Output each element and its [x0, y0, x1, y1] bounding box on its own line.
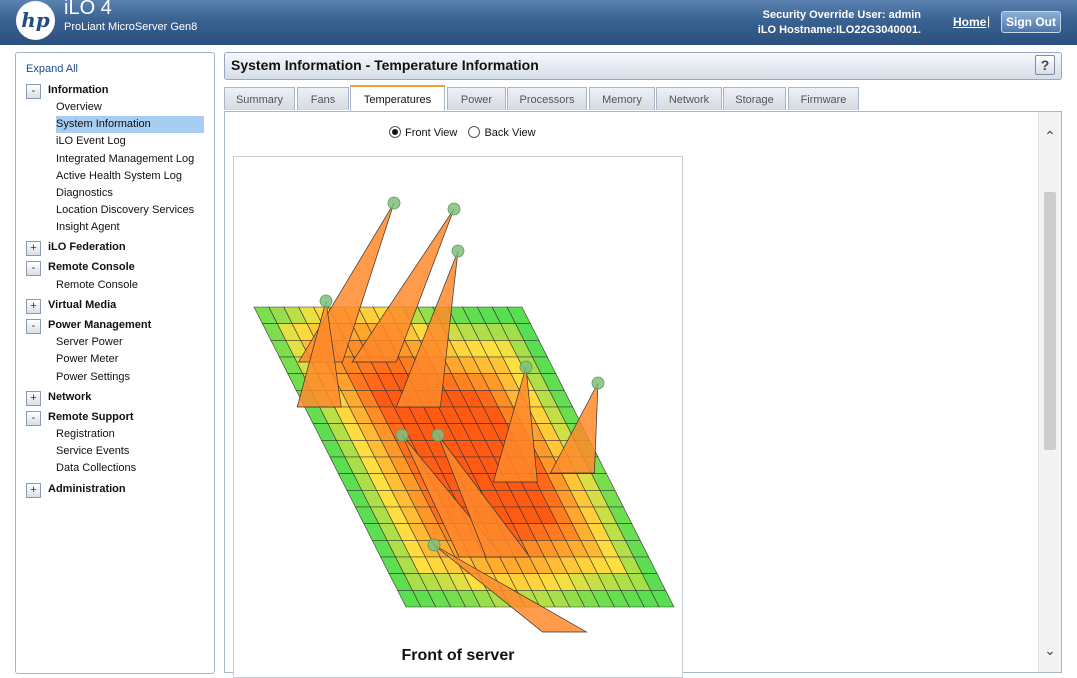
- expand-toggle-icon[interactable]: +: [26, 391, 41, 406]
- security-override-user: Security Override User: admin: [762, 9, 921, 21]
- nav-item-service-events[interactable]: Service Events: [56, 443, 204, 460]
- view-selector: Front View Back View: [389, 126, 544, 139]
- scroll-down-icon[interactable]: ⌄: [1039, 642, 1061, 658]
- sensor-marker-icon[interactable]: [519, 360, 533, 374]
- nav-item-registration[interactable]: Registration: [56, 426, 204, 443]
- sensor-marker-icon[interactable]: [451, 244, 465, 258]
- nav-item-integrated-management-log[interactable]: Integrated Management Log: [56, 151, 204, 168]
- sensor-marker-icon[interactable]: [591, 376, 605, 390]
- nav-item-system-information[interactable]: System Information: [56, 116, 204, 133]
- page-title: System Information - Temperature Informa…: [231, 57, 539, 73]
- tab-memory[interactable]: Memory: [589, 87, 655, 110]
- app-title: iLO 4: [64, 0, 112, 19]
- nav-group-label[interactable]: iLO Federation: [48, 241, 126, 253]
- nav-group-label[interactable]: Power Management: [48, 319, 151, 331]
- scroll-thumb[interactable]: [1044, 192, 1056, 450]
- temperature-map: Front of server: [233, 156, 683, 678]
- nav-group-label[interactable]: Virtual Media: [48, 299, 116, 311]
- navigation-panel: Expand All - Information Overview System…: [15, 52, 215, 674]
- expand-all-link[interactable]: Expand All: [26, 63, 78, 75]
- collapse-toggle-icon[interactable]: -: [26, 261, 41, 276]
- sensor-marker-icon[interactable]: [427, 538, 441, 552]
- nav-item-server-power[interactable]: Server Power: [56, 334, 204, 351]
- expand-toggle-icon[interactable]: +: [26, 483, 41, 498]
- nav-item-overview[interactable]: Overview: [56, 99, 204, 116]
- sensor-marker-icon[interactable]: [387, 196, 401, 210]
- temperature-surface-plot: [253, 196, 675, 633]
- nav-item-remote-console[interactable]: Remote Console: [56, 277, 204, 294]
- nav-group-label[interactable]: Remote Support: [48, 411, 134, 423]
- nav-item-active-health-system-log[interactable]: Active Health System Log: [56, 168, 204, 185]
- tab-bar: Summary Fans Temperatures Power Processo…: [224, 85, 864, 113]
- nav-group-label[interactable]: Administration: [48, 483, 126, 495]
- front-view-label[interactable]: Front View: [405, 127, 457, 139]
- collapse-toggle-icon[interactable]: -: [26, 411, 41, 426]
- nav-group-label[interactable]: Network: [48, 391, 91, 403]
- tab-storage[interactable]: Storage: [723, 87, 786, 110]
- tab-fans[interactable]: Fans: [297, 87, 349, 110]
- help-icon[interactable]: ?: [1035, 55, 1055, 75]
- tab-summary[interactable]: Summary: [224, 87, 295, 110]
- nav-item-power-meter[interactable]: Power Meter: [56, 351, 204, 368]
- front-view-radio[interactable]: [389, 126, 401, 138]
- ilo-hostname: iLO Hostname:ILO22G3040001.: [757, 24, 921, 36]
- nav-item-diagnostics[interactable]: Diagnostics: [56, 185, 204, 202]
- back-view-label[interactable]: Back View: [484, 127, 535, 139]
- vertical-scrollbar[interactable]: ⌃ ⌄: [1038, 112, 1061, 672]
- map-caption: Front of server: [401, 647, 515, 664]
- nav-item-insight-agent[interactable]: Insight Agent: [56, 219, 204, 236]
- nav-item-power-settings[interactable]: Power Settings: [56, 369, 204, 386]
- nav-item-data-collections[interactable]: Data Collections: [56, 460, 204, 477]
- tab-temperatures[interactable]: Temperatures: [350, 85, 445, 113]
- tab-processors[interactable]: Processors: [507, 87, 587, 110]
- tab-power[interactable]: Power: [447, 87, 506, 110]
- expand-toggle-icon[interactable]: +: [26, 299, 41, 314]
- back-view-radio[interactable]: [468, 126, 481, 138]
- nav-item-location-discovery-services[interactable]: Location Discovery Services: [56, 202, 204, 219]
- scroll-up-icon[interactable]: ⌃: [1039, 128, 1061, 144]
- panel-title-bar: System Information - Temperature Informa…: [224, 52, 1062, 80]
- sensor-marker-icon[interactable]: [447, 202, 461, 216]
- sensor-marker-icon[interactable]: [395, 428, 409, 442]
- collapse-toggle-icon[interactable]: -: [26, 319, 41, 334]
- nav-item-ilo-event-log[interactable]: iLO Event Log: [56, 133, 204, 150]
- collapse-toggle-icon[interactable]: -: [26, 84, 41, 99]
- sign-out-button[interactable]: Sign Out: [1001, 11, 1061, 33]
- expand-toggle-icon[interactable]: +: [26, 241, 41, 256]
- sensor-marker-icon[interactable]: [319, 294, 333, 308]
- temperature-content: Front View Back View Front of server ⌃ ⌄: [224, 111, 1062, 678]
- sensor-marker-icon[interactable]: [431, 428, 445, 442]
- tab-firmware[interactable]: Firmware: [788, 87, 859, 110]
- link-separator: |: [987, 14, 991, 28]
- hp-logo: hp: [16, 1, 55, 40]
- home-link[interactable]: Home: [953, 15, 986, 29]
- nav-group-label[interactable]: Information: [48, 84, 109, 96]
- nav-group-label[interactable]: Remote Console: [48, 261, 135, 273]
- server-model: ProLiant MicroServer Gen8: [64, 21, 198, 33]
- header-bar: hp iLO 4 ProLiant MicroServer Gen8 Secur…: [0, 0, 1077, 45]
- tab-network[interactable]: Network: [656, 87, 722, 110]
